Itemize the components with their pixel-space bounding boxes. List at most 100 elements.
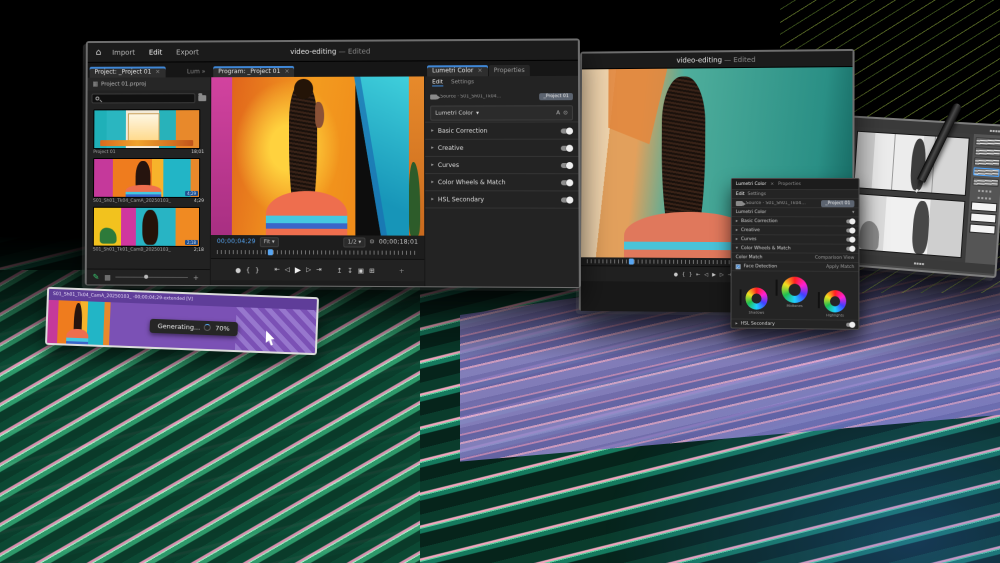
mark-in-button[interactable]: { [682,271,685,277]
layer-thumbnail[interactable] [970,212,997,223]
brush-thumbnail[interactable] [975,137,1000,147]
layer-thumbnail[interactable] [971,201,998,212]
playhead[interactable] [629,259,634,265]
section-curves[interactable]: ▸ Curves [425,156,578,173]
subtab-settings[interactable]: Settings [451,79,474,85]
list-view-icon[interactable]: ▦ [104,273,111,281]
lumetri-preset-dropdown[interactable]: Lumetri Color ▾ A ⊙ [430,105,573,120]
lumetri-preset-row[interactable]: Lumetri Color ▾ [732,207,859,216]
folder-icon[interactable] [198,95,206,101]
zoom-level-dropdown[interactable]: Fit ▾ [260,237,279,247]
fx-icon[interactable]: A [556,110,560,116]
target-chip[interactable]: _Project 01 [821,200,854,207]
eye-icon[interactable]: ⊙ [563,110,568,116]
comparison-view-button[interactable]: Comparison View [815,255,855,260]
chevron-down-icon[interactable]: ▾ [852,210,854,215]
settings-wrench-icon[interactable]: ⚙ [369,239,374,246]
storyboard-frame-1[interactable] [853,131,970,196]
play-button[interactable]: ▶ [295,265,301,274]
close-icon[interactable]: × [155,68,160,75]
midtones-wheel[interactable] [782,277,808,303]
section-hsl-secondary[interactable]: ▸ HSL Secondary [731,318,858,328]
media-item-clip-a[interactable]: 4;29 S01_Sh01_Tk04_CamA_20250103_ 4;29 [93,158,204,204]
program-scrub-bar[interactable] [211,248,424,259]
media-thumbnail[interactable] [93,109,200,149]
subtab-edit[interactable]: Edit [432,79,443,85]
playback-resolution-dropdown[interactable]: 1/2 ▾ [344,237,366,247]
section-basic-correction[interactable]: ▸ Basic Correction [732,216,859,225]
tab-properties[interactable]: Properties [489,65,530,76]
go-to-out-button[interactable]: ⇥ [316,266,321,275]
project-file-row[interactable]: ▦ Project 01.prproj [88,77,211,90]
close-icon[interactable]: × [284,68,289,75]
target-chip[interactable]: _Project 01 [539,93,573,100]
section-toggle[interactable] [846,238,854,242]
step-forward-button[interactable]: ▷ [306,265,311,274]
new-item-icon[interactable]: + [193,273,199,281]
media-thumbnail[interactable]: 4;29 [93,158,200,198]
tab-lumetri-color[interactable]: Lumetri Color × [427,65,488,76]
layer-thumbnail[interactable] [969,224,996,235]
tab-properties[interactable]: Properties [778,182,801,187]
section-creative[interactable]: ▸ Creative [425,139,578,156]
section-toggle[interactable] [561,180,572,185]
section-toggle[interactable] [846,247,854,251]
mark-in-button[interactable]: { [246,266,250,274]
close-icon[interactable]: × [477,67,482,74]
subtab-settings[interactable]: Settings [748,192,766,197]
generative-extend-clip[interactable]: S01_Sh01_Tk04_CamA_20250103_ -00;00;04;2… [45,287,319,355]
brush-thumbnail[interactable] [974,157,1000,167]
close-icon[interactable]: × [770,182,774,187]
section-basic-correction[interactable]: ▸ Basic Correction [425,121,578,138]
close-icon[interactable]: × [42,9,47,15]
section-toggle[interactable] [561,128,572,133]
face-detection-checkbox[interactable]: ✓ [736,264,741,269]
tab-overflow[interactable]: Lum » [184,66,208,77]
extract-button[interactable]: ↧ [347,266,353,274]
export-frame-button[interactable]: ▣ [358,266,364,274]
button-editor-icon[interactable]: ⊞ [369,266,375,274]
go-to-in-button[interactable]: ⇤ [274,265,279,274]
section-toggle[interactable] [846,228,854,232]
section-color-wheels[interactable]: ▸ Color Wheels & Match [425,173,578,190]
shadows-wheel[interactable] [745,287,767,309]
media-item-sequence[interactable]: Project 01 18;01 [93,109,204,155]
section-toggle[interactable] [561,145,572,150]
mark-out-button[interactable]: } [689,271,692,277]
shadows-slider[interactable] [740,289,742,305]
lift-button[interactable]: ↥ [337,266,343,274]
play-button[interactable]: ▶ [712,272,716,278]
media-item-clip-b[interactable]: 2;18 S01_Sh01_Tk01_CamB_20250103_ 2;18 [93,207,204,253]
edit-pencil-icon[interactable]: ✎ [93,273,100,282]
step-back-button[interactable]: ◁ [285,265,290,274]
mark-out-button[interactable]: } [255,266,259,274]
playhead[interactable] [268,249,273,255]
apply-match-button[interactable]: Apply Match [826,264,854,269]
section-toggle[interactable] [561,162,572,167]
search-box[interactable] [91,93,195,103]
brush-thumbnail[interactable] [975,147,1000,157]
search-input[interactable] [102,95,191,101]
add-marker-button[interactable]: ● [674,271,678,277]
step-forward-button[interactable]: ▷ [720,272,724,278]
highlights-slider[interactable] [818,292,820,308]
highlights-wheel[interactable] [824,290,846,312]
thumbnail-zoom-slider[interactable] [116,277,188,278]
section-hsl-secondary[interactable]: ▸ HSL Secondary [425,190,578,207]
brush-thumbnail-selected[interactable] [973,167,1000,177]
section-toggle[interactable] [561,197,572,202]
section-toggle[interactable] [846,323,854,327]
go-to-in-button[interactable]: ⇤ [696,271,700,277]
add-button-icon[interactable]: + [399,266,405,274]
midtones-slider[interactable] [776,280,778,296]
tab-lumetri-color[interactable]: Lumetri Color [736,182,766,187]
subtab-edit[interactable]: Edit [736,192,745,197]
storyboard-frame-2[interactable] [849,192,965,258]
media-thumbnail[interactable]: 2;18 [93,207,200,247]
tab-sequence[interactable]: Project 01 × [7,6,52,16]
add-marker-button[interactable]: ● [235,266,241,274]
brush-thumbnail[interactable] [972,177,999,187]
tab-program[interactable]: Program: _Project 01 × [213,66,294,77]
section-toggle[interactable] [846,219,854,223]
tab-project[interactable]: Project: _Project 01 × [90,66,166,77]
